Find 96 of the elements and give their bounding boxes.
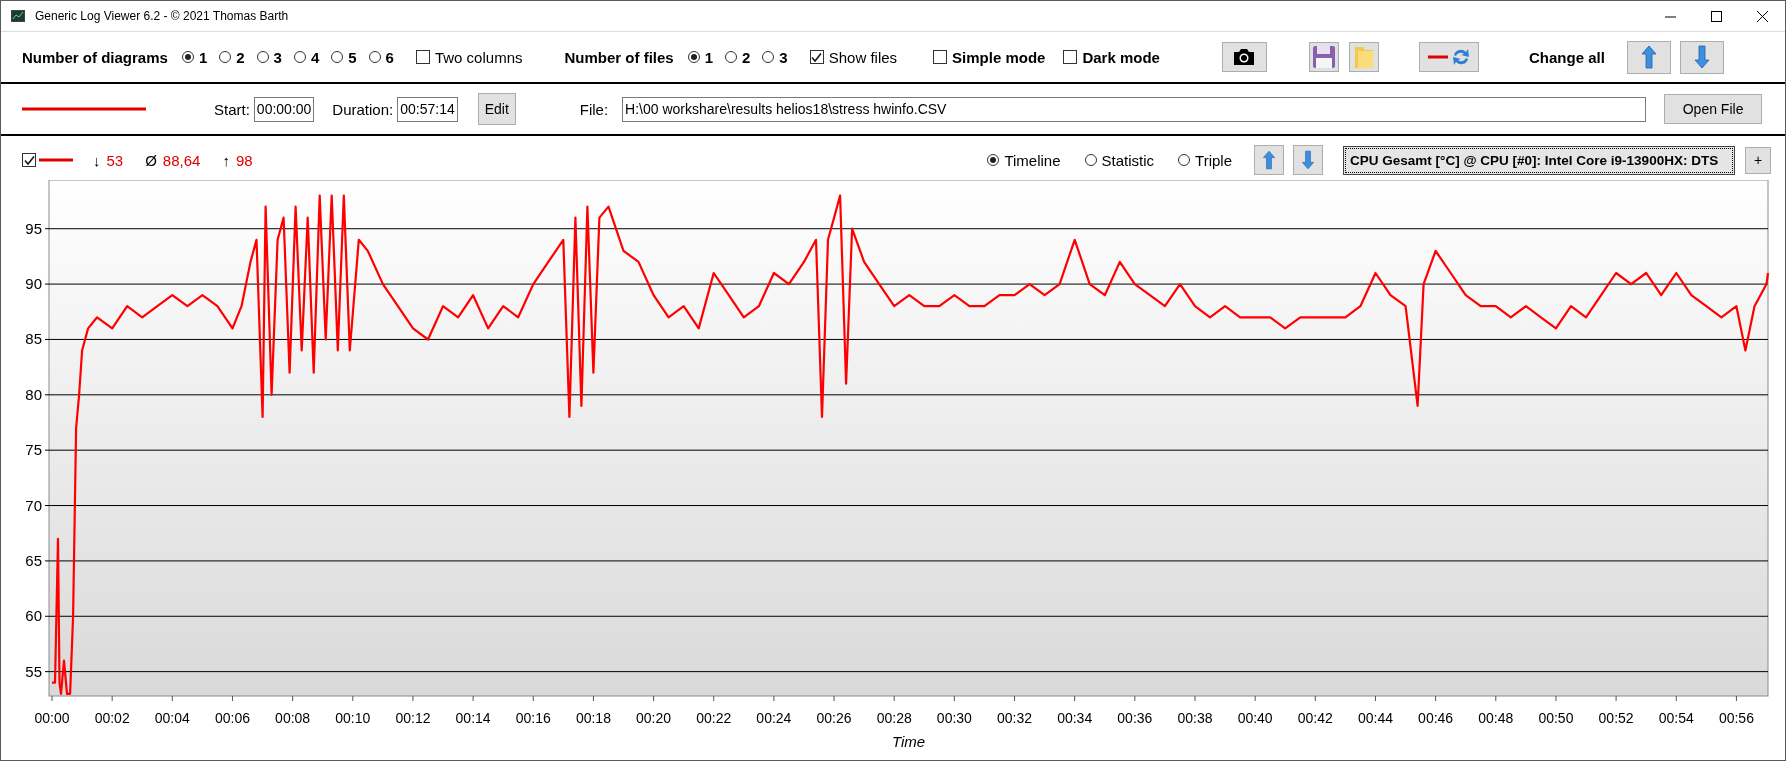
maximize-icon[interactable] — [1710, 10, 1722, 22]
checkbox[interactable]: Two columns — [415, 48, 523, 66]
min-value: 53 — [106, 151, 124, 169]
x-tick-label: 00:52 — [1598, 710, 1634, 726]
radio-option[interactable]: 1 — [181, 48, 208, 66]
duration-field[interactable]: 00:57:14 — [397, 96, 458, 122]
x-tick-label: 00:32 — [997, 710, 1033, 726]
x-tick-label: 00:56 — [1718, 710, 1754, 726]
x-tick-label: 00:26 — [816, 710, 852, 726]
x-tick-label: 00:28 — [876, 710, 912, 726]
add-button[interactable]: + — [1745, 146, 1771, 174]
x-tick-label: 00:08 — [275, 710, 311, 726]
x-tick-label: 00:14 — [455, 710, 491, 726]
radio-option[interactable]: Timeline — [987, 151, 1061, 169]
channel-dropdown[interactable]: CPU Gesamt [°C] @ CPU [#0]: Intel Core i9-13900HX: DTS — [1343, 145, 1735, 175]
down-arrow-icon — [1300, 149, 1316, 171]
x-tick-label: 00:46 — [1418, 710, 1454, 726]
x-tick-label: 00:20 — [636, 710, 672, 726]
x-tick-label: 00:38 — [1177, 710, 1213, 726]
close-icon[interactable] — [1756, 10, 1768, 22]
axis-title: Time — [891, 733, 926, 750]
x-tick-label: 00:34 — [1057, 710, 1093, 726]
y-tick-label: 70 — [25, 496, 42, 514]
max-value: 98 — [235, 151, 253, 169]
radio-option[interactable]: Statistic — [1084, 151, 1155, 169]
y-tick-label: 95 — [25, 219, 42, 237]
checkmark-icon — [23, 154, 35, 166]
x-tick-label: 00:48 — [1478, 710, 1514, 726]
radio-option[interactable]: 6 — [368, 48, 394, 66]
checkbox[interactable]: Dark mode — [1063, 48, 1160, 66]
duration-label: Duration: — [332, 100, 394, 118]
save-button[interactable] — [1308, 42, 1339, 72]
radio-option[interactable]: Triple — [1178, 151, 1232, 169]
radio-option[interactable]: 5 — [331, 48, 357, 66]
min-icon: ↓ — [93, 151, 101, 169]
start-field[interactable]: 00:00:00 — [253, 96, 315, 122]
file-label: File: — [579, 100, 609, 118]
x-tick-label: 00:10 — [335, 710, 371, 726]
radio-option[interactable]: 1 — [687, 48, 713, 66]
x-tick-label: 00:00 — [34, 710, 70, 726]
max-icon: ↑ — [222, 151, 230, 169]
radio-option[interactable]: 4 — [293, 48, 320, 66]
y-tick-label: 60 — [25, 607, 42, 625]
x-tick-label: 00:40 — [1237, 710, 1273, 726]
x-tick-label: 00:50 — [1538, 710, 1574, 726]
open-folder-button[interactable] — [1348, 42, 1379, 72]
radio-option[interactable]: 3 — [256, 48, 282, 66]
x-tick-label: 00:30 — [936, 710, 972, 726]
x-tick-label: 00:02 — [94, 710, 130, 726]
camera-icon — [1232, 48, 1257, 66]
checkbox[interactable]: Simple mode — [933, 48, 1046, 66]
x-tick-label: 00:06 — [214, 710, 250, 726]
average-value: 88,64 — [162, 151, 201, 169]
radio-option[interactable]: 2 — [725, 48, 751, 66]
move-up-button[interactable] — [1254, 145, 1284, 175]
y-tick-label: 65 — [25, 551, 42, 569]
move-down-button[interactable] — [1679, 40, 1724, 74]
change-all-label: Change all — [1528, 48, 1605, 66]
checkmark-icon — [811, 51, 823, 63]
up-arrow-icon — [1261, 149, 1277, 171]
radio-option[interactable]: 2 — [219, 48, 245, 66]
open-file-button[interactable]: Open File — [1664, 94, 1763, 124]
x-tick-label: 00:36 — [1117, 710, 1153, 726]
line-color-swatch — [39, 158, 73, 162]
file-path-field[interactable]: H:\00 workshare\results helios18\stress hwinfo.CSV — [622, 96, 1647, 122]
move-down-button[interactable] — [1293, 145, 1323, 175]
y-tick-label: 90 — [25, 275, 42, 293]
app-icon — [11, 10, 25, 22]
window-title: Generic Log Viewer 6.2 - © 2021 Thomas Barth — [35, 9, 290, 23]
y-tick-label: 75 — [25, 441, 42, 459]
y-tick-label: 85 — [25, 330, 42, 348]
y-tick-label: 80 — [25, 385, 42, 403]
visibility-checkbox[interactable] — [22, 153, 36, 167]
radio-option[interactable]: 3 — [762, 48, 788, 66]
x-tick-label: 00:12 — [395, 710, 431, 726]
x-tick-label: 00:54 — [1658, 710, 1694, 726]
x-tick-label: 00:04 — [154, 710, 190, 726]
y-tick-label: 55 — [25, 662, 42, 680]
checkbox[interactable]: Show files — [809, 48, 898, 66]
swap-color-button[interactable] — [1418, 42, 1479, 72]
average-icon: Ø — [145, 151, 157, 169]
x-tick-label: 00:42 — [1297, 710, 1333, 726]
start-label: Start: — [214, 100, 250, 118]
up-arrow-icon — [1638, 44, 1659, 70]
files-label: Number of files — [564, 48, 674, 66]
x-tick-label: 00:18 — [575, 710, 611, 726]
x-tick-label: 00:16 — [515, 710, 551, 726]
x-tick-label: 00:24 — [756, 710, 792, 726]
x-tick-label: 00:44 — [1357, 710, 1393, 726]
diagrams-label: Number of diagrams — [22, 48, 168, 66]
down-arrow-icon — [1691, 44, 1712, 70]
screenshot-button[interactable] — [1221, 42, 1267, 72]
folder-icon — [1352, 45, 1375, 69]
edit-button[interactable]: Edit — [477, 93, 516, 125]
move-up-button[interactable] — [1626, 40, 1671, 74]
x-tick-label: 00:22 — [696, 710, 732, 726]
